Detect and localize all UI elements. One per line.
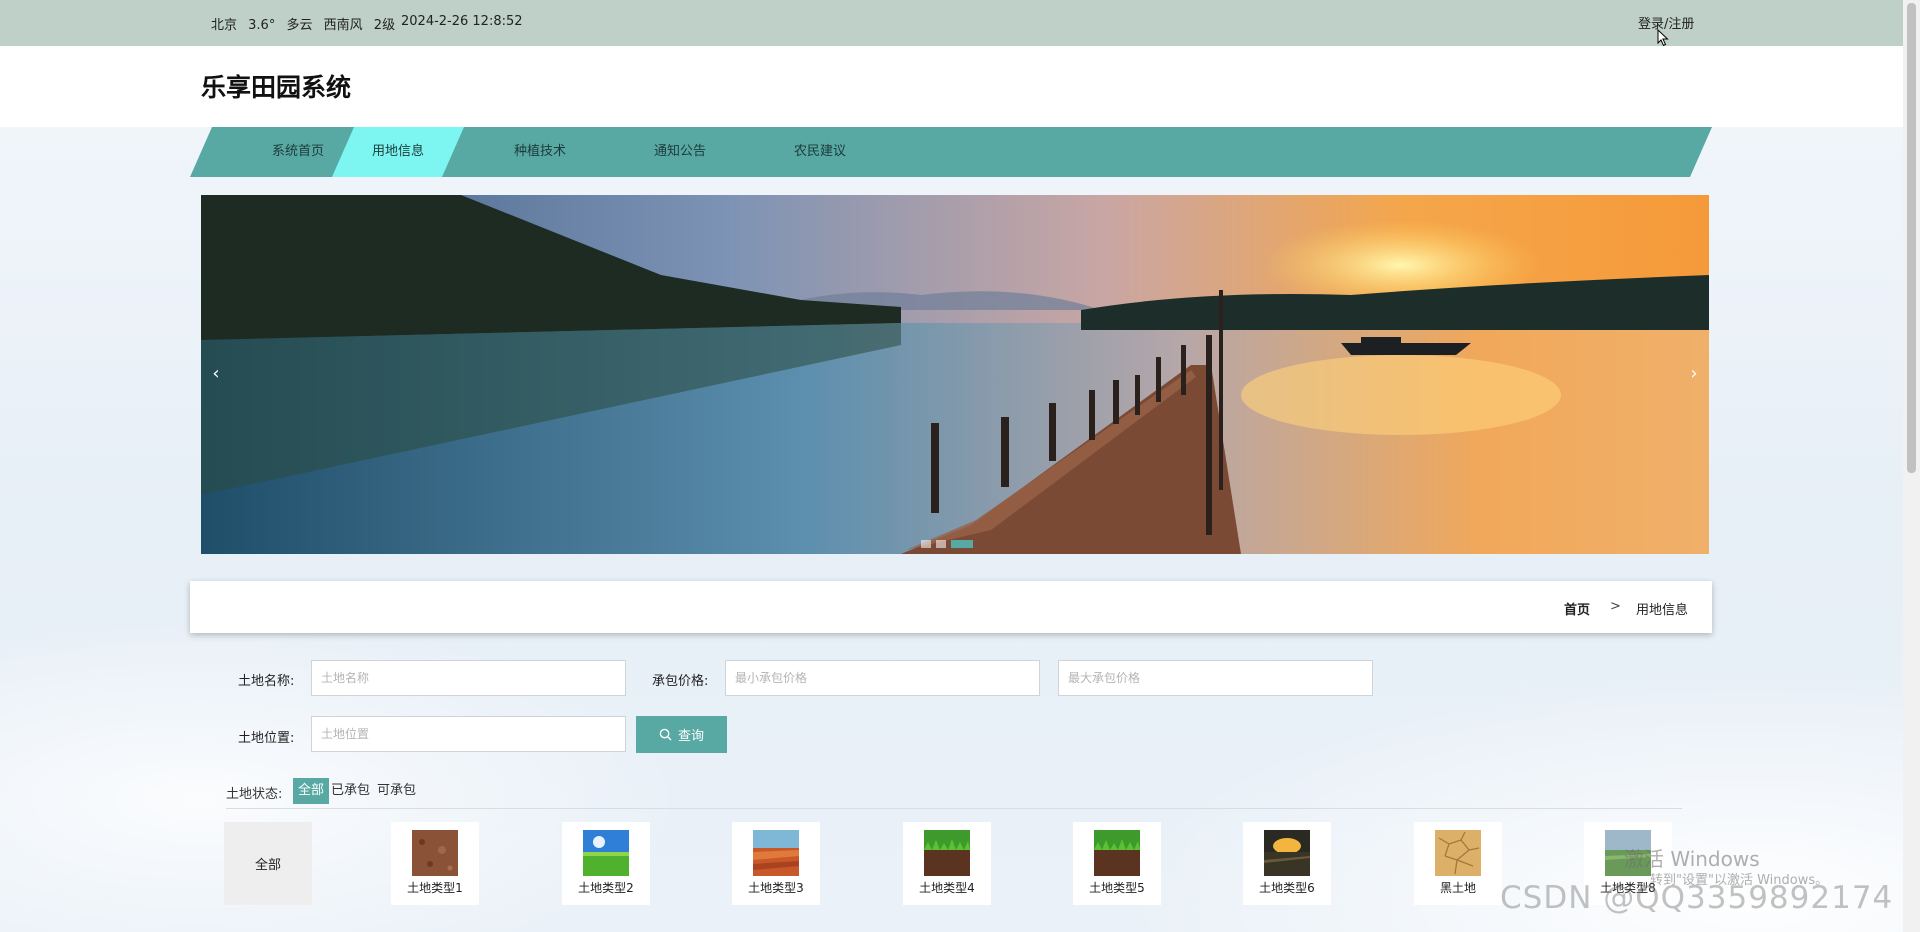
banner-next-button[interactable]: › <box>1679 359 1709 389</box>
red-soil-thumbnail-icon <box>753 830 799 876</box>
banner-indicators <box>921 540 978 548</box>
category-item[interactable]: 土地类型1 <box>391 822 479 905</box>
nav-item-notices[interactable]: 通知公告 <box>610 127 750 177</box>
grass-soil-thumbnail-icon <box>1094 830 1140 876</box>
weather-wind: 西南风 <box>323 18 363 33</box>
weather-city: 北京 <box>211 18 238 33</box>
status-option-all[interactable]: 全部 <box>293 778 330 804</box>
category-label: 土地类型6 <box>1259 881 1315 895</box>
category-item[interactable]: 土地类型5 <box>1073 822 1161 905</box>
nav-item-land-info[interactable]: 用地信息 <box>332 127 464 177</box>
grass-soil-thumbnail-icon <box>924 830 970 876</box>
top-info-bar: 北京 3.6° 多云 西南风 2级 2024-2-26 12:8:52 登录/注… <box>0 0 1903 46</box>
mouse-cursor-icon <box>1657 29 1669 47</box>
status-option-available[interactable]: 可承包 <box>372 778 421 804</box>
category-item[interactable]: 土地类型4 <box>903 822 991 905</box>
land-location-input[interactable] <box>311 716 626 752</box>
site-header: 乐享田园系统 <box>0 46 1903 127</box>
breadcrumb: 首页 > 用地信息 <box>190 581 1712 633</box>
max-price-input[interactable] <box>1058 660 1373 696</box>
search-icon <box>659 728 672 741</box>
scrollbar-thumb[interactable] <box>1907 3 1916 473</box>
land-name-input[interactable] <box>311 660 626 696</box>
status-option-contracted[interactable]: 已承包 <box>326 778 375 804</box>
dry-cracked-soil-thumbnail-icon <box>1435 830 1481 876</box>
banner-image <box>201 195 1709 554</box>
weather-condition: 多云 <box>286 18 313 33</box>
category-item[interactable]: 土地类型3 <box>732 822 820 905</box>
main-nav: 系统首页 用地信息 种植技术 通知公告 农民建议 <box>190 127 1712 177</box>
category-item[interactable]: 土地类型6 <box>1243 822 1331 905</box>
breadcrumb-current: 用地信息 <box>1636 603 1689 618</box>
banner-dot[interactable] <box>921 540 931 548</box>
category-label: 土地类型4 <box>919 881 975 895</box>
banner-prev-button[interactable]: ‹ <box>201 359 231 389</box>
banner-dot-active[interactable] <box>951 540 973 548</box>
min-price-input[interactable] <box>725 660 1040 696</box>
breadcrumb-separator: > <box>1610 599 1621 614</box>
nav-item-farmer-suggestions[interactable]: 农民建议 <box>750 127 890 177</box>
category-label: 土地类型5 <box>1089 881 1145 895</box>
weather-level: 2级 <box>373 18 396 33</box>
csdn-watermark: CSDN @QQ3359892174 <box>1500 880 1894 916</box>
site-title: 乐享田园系统 <box>201 73 352 102</box>
banner-carousel[interactable]: ‹ › <box>201 195 1709 554</box>
weather-temperature: 3.6° <box>248 18 276 33</box>
category-label: 土地类型2 <box>578 881 634 895</box>
category-label: 土地类型1 <box>407 881 463 895</box>
current-datetime: 2024-2-26 12:8:52 <box>401 14 523 29</box>
banner-dot[interactable] <box>936 540 946 548</box>
query-button-label: 查询 <box>677 729 704 744</box>
land-name-label: 土地名称: <box>238 674 295 689</box>
land-status-label: 土地状态: <box>226 787 283 802</box>
price-label: 承包价格: <box>652 674 709 689</box>
nav-item-planting-tech[interactable]: 种植技术 <box>470 127 610 177</box>
dark-field-sunset-thumbnail-icon <box>1264 830 1310 876</box>
activate-windows-watermark: 激活 Windows <box>1624 847 1760 871</box>
green-field-sky-thumbnail-icon <box>583 830 629 876</box>
category-item[interactable]: 黑土地 <box>1414 822 1502 905</box>
category-item[interactable]: 土地类型2 <box>562 822 650 905</box>
land-location-label: 土地位置: <box>238 731 295 746</box>
category-all[interactable]: 全部 <box>224 822 312 905</box>
category-label: 黑土地 <box>1439 881 1476 895</box>
brown-soil-thumbnail-icon <box>412 830 458 876</box>
page-scrollbar[interactable] <box>1903 0 1920 932</box>
filter-divider <box>226 808 1682 809</box>
query-button[interactable]: 查询 <box>636 716 727 753</box>
breadcrumb-home[interactable]: 首页 <box>1564 599 1590 618</box>
weather-info: 北京 3.6° 多云 西南风 2级 <box>211 14 402 33</box>
category-label: 土地类型3 <box>748 881 804 895</box>
